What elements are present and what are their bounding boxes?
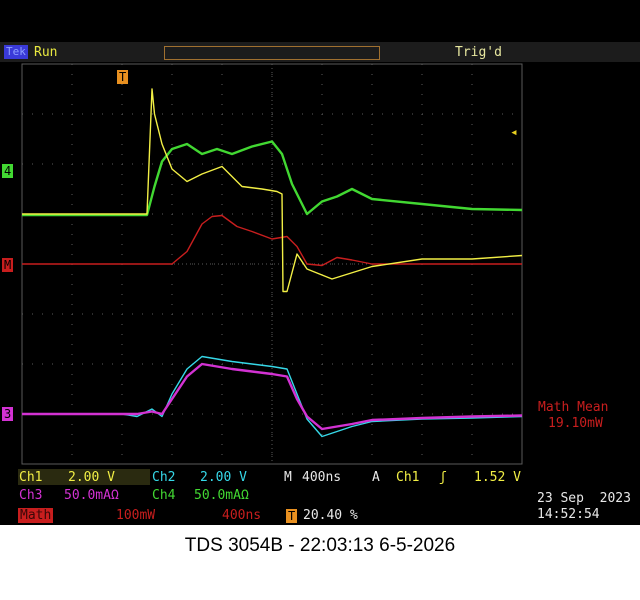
- ch2-scale[interactable]: 2.00 V: [200, 470, 247, 485]
- timebase-label: M: [284, 470, 292, 485]
- trigger-slope-icon: ʃ: [439, 470, 447, 485]
- trigger-source[interactable]: Ch1: [396, 470, 419, 485]
- ch3-scale[interactable]: 50.0mAΩ: [64, 488, 119, 503]
- trigger-level-arrow-icon[interactable]: ◂: [510, 125, 518, 140]
- ch4-label[interactable]: Ch4: [152, 488, 175, 503]
- trigger-level[interactable]: 1.52 V: [474, 470, 521, 485]
- trigger-mode: A: [372, 470, 380, 485]
- ch3-label[interactable]: Ch3: [19, 488, 42, 503]
- trigger-position-marker[interactable]: T: [117, 70, 129, 84]
- date-display: 23 Sep 2023: [537, 491, 631, 506]
- math-scale[interactable]: 100mW: [116, 508, 155, 523]
- waveform-display: [21, 63, 523, 465]
- math-mean-label: Math Mean: [538, 400, 609, 415]
- trigger-position-icon: T: [286, 509, 298, 523]
- math-time: 400ns: [222, 508, 262, 523]
- timebase-value[interactable]: 400ns: [302, 470, 341, 485]
- trace-ch1: [22, 88, 523, 293]
- ch1-scale[interactable]: 2.00 V: [68, 470, 115, 485]
- ch3-ground-marker[interactable]: 3: [2, 407, 14, 421]
- math-label[interactable]: Math: [18, 508, 54, 523]
- math-mean-value: 19.10mW: [548, 416, 603, 431]
- scope-screen: Tek Run Trig'd 4 M 3 T ◂ Math Mean 19.10…: [0, 0, 640, 525]
- ch4-ground-marker[interactable]: 4: [2, 164, 14, 178]
- trigger-position-percent[interactable]: 20.40 %: [303, 508, 358, 523]
- ch2-label[interactable]: Ch2: [152, 470, 175, 485]
- screenshot-caption: TDS 3054B - 22:03:13 6-5-2026: [184, 535, 456, 556]
- ch4-scale[interactable]: 50.0mAΩ: [194, 488, 249, 503]
- ch1-label[interactable]: Ch1: [19, 470, 42, 485]
- time-display: 14:52:54: [537, 507, 600, 522]
- math-ground-marker[interactable]: M: [2, 258, 14, 272]
